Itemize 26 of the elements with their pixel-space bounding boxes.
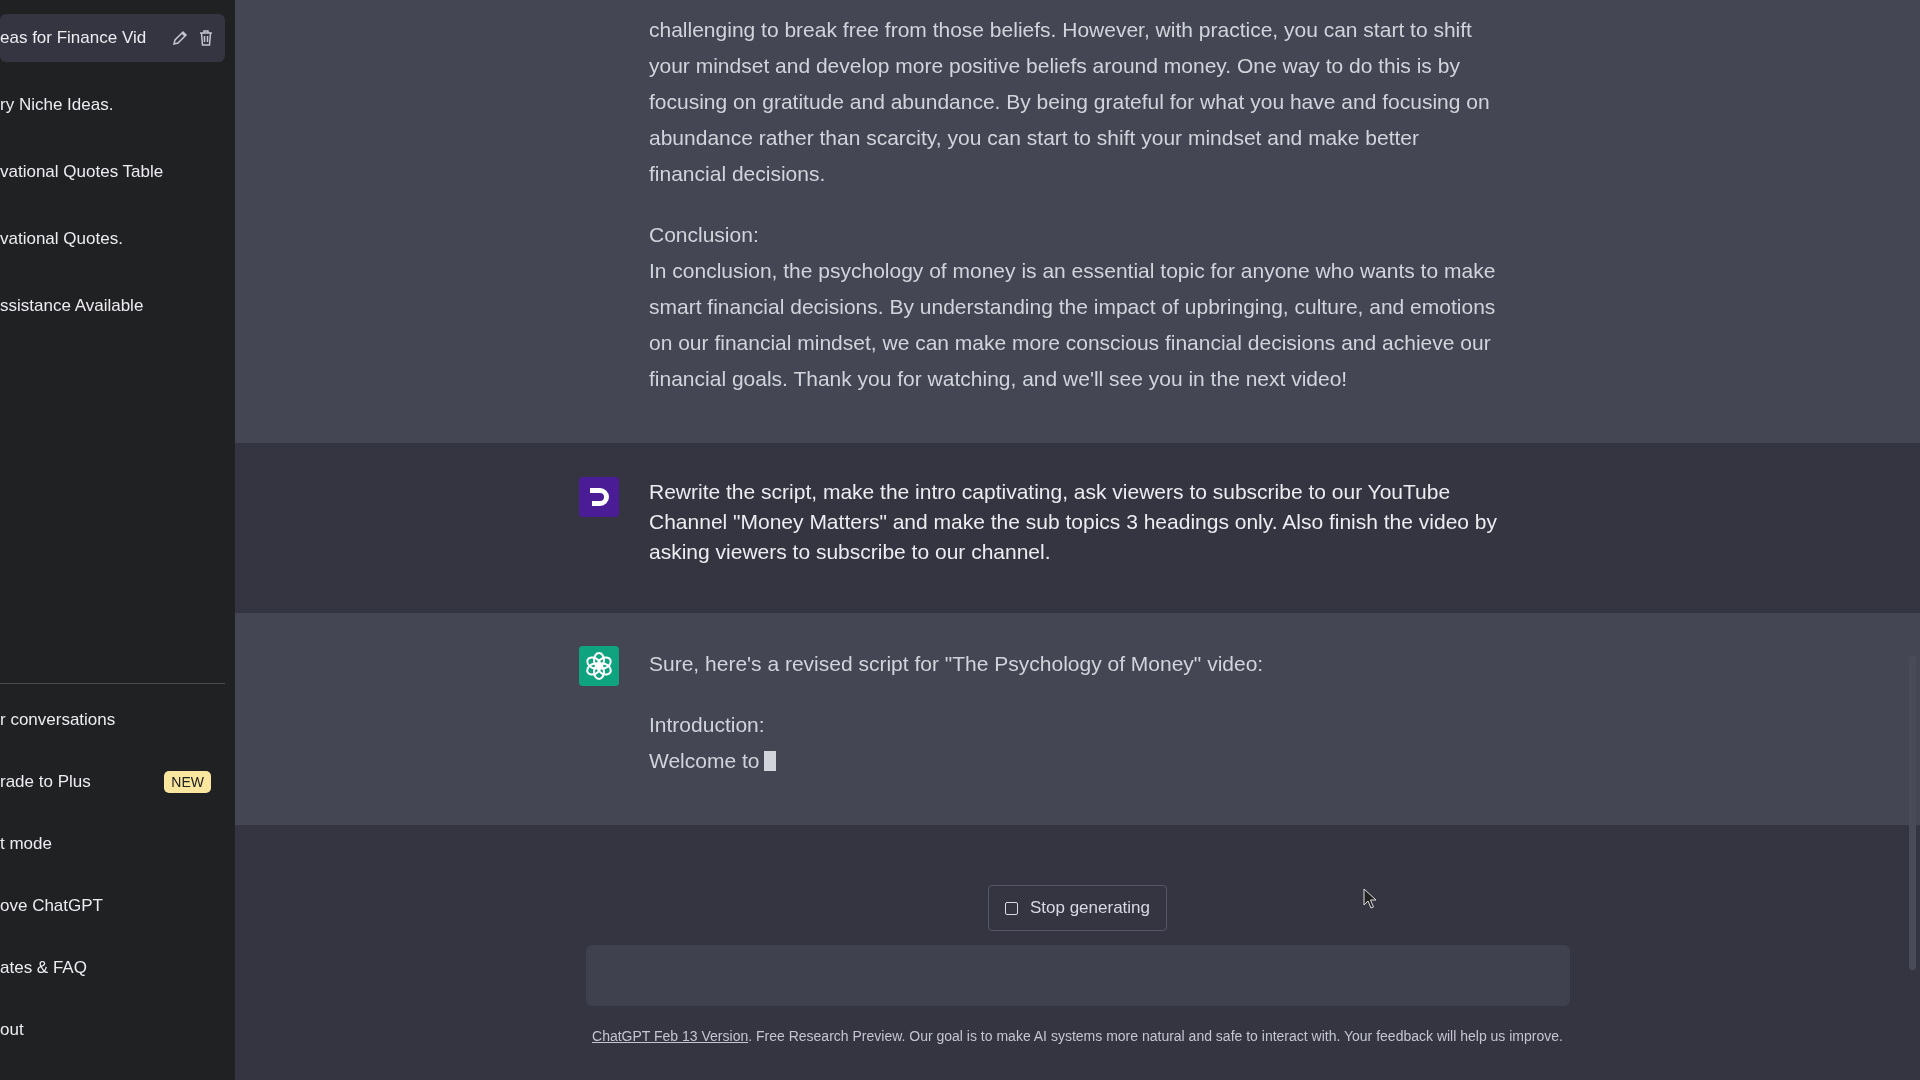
menu-item[interactable]: r conversations (0, 694, 225, 746)
menu-item[interactable]: ove ChatGPT (0, 880, 225, 932)
conversation-item[interactable]: ssistance Available (0, 282, 225, 330)
conversation-item[interactable]: vational Quotes. (0, 215, 225, 263)
pencil-icon[interactable] (171, 29, 189, 47)
message-text: Conclusion: (649, 223, 759, 246)
menu-item[interactable]: rade to Plus NEW (0, 756, 225, 808)
mouse-pointer-icon (1363, 888, 1379, 910)
message-text: Introduction: (649, 713, 765, 736)
assistant-avatar (579, 646, 619, 686)
conversation-item[interactable]: eas for Finance Vid (0, 14, 225, 62)
message-text: Welcome to (649, 749, 760, 772)
menu-item[interactable]: t mode (0, 818, 225, 870)
trash-icon[interactable] (197, 29, 215, 47)
message-text: Rewrite the script, make the intro captivating, ask viewers to subscribe to our YouTube Channel "Money Matters" and make the sub topics 3 headings only. Also finish the video by asking viewers to subscribe to our channel. (649, 480, 1497, 563)
new-badge: NEW (164, 771, 211, 793)
conversation-item[interactable]: ry Niche Ideas. (0, 81, 225, 129)
conversation-item[interactable]: vational Quotes Table (0, 148, 225, 196)
user-avatar (579, 477, 619, 517)
footer-text: ChatGPT Feb 13 Version. Free Research Preview. Our goal is to make AI systems more natural and safe to interact with. Your feedback will help us improve. (592, 1028, 1563, 1044)
message-text: challenging to break free from those beliefs. However, with practice, you can start to shift your mindset and develop more positive beliefs around money. One way to do this is by focusing on gratitude and abundance. By being grateful for what you have and focusing on abundance rather than scarcity, you can start to shift your mindset and make better financial decisions. (649, 18, 1490, 185)
message-text: In conclusion, the psychology of money is an essential topic for anyone who wants to make smart financial decisions. By understanding the impact of upbringing, culture, and emotions on our financial mindset, we can make more conscious financial decisions and achieve our financial goals. Thank you for watching, and we'll see you in the next video! (649, 259, 1496, 390)
message-text: Sure, here's a revised script for "The Psychology of Money" video: (649, 652, 1264, 675)
menu-item[interactable]: ates & FAQ (0, 942, 225, 994)
menu-item[interactable]: out (0, 1004, 225, 1056)
stop-generating-button[interactable]: Stop generating (987, 885, 1167, 931)
